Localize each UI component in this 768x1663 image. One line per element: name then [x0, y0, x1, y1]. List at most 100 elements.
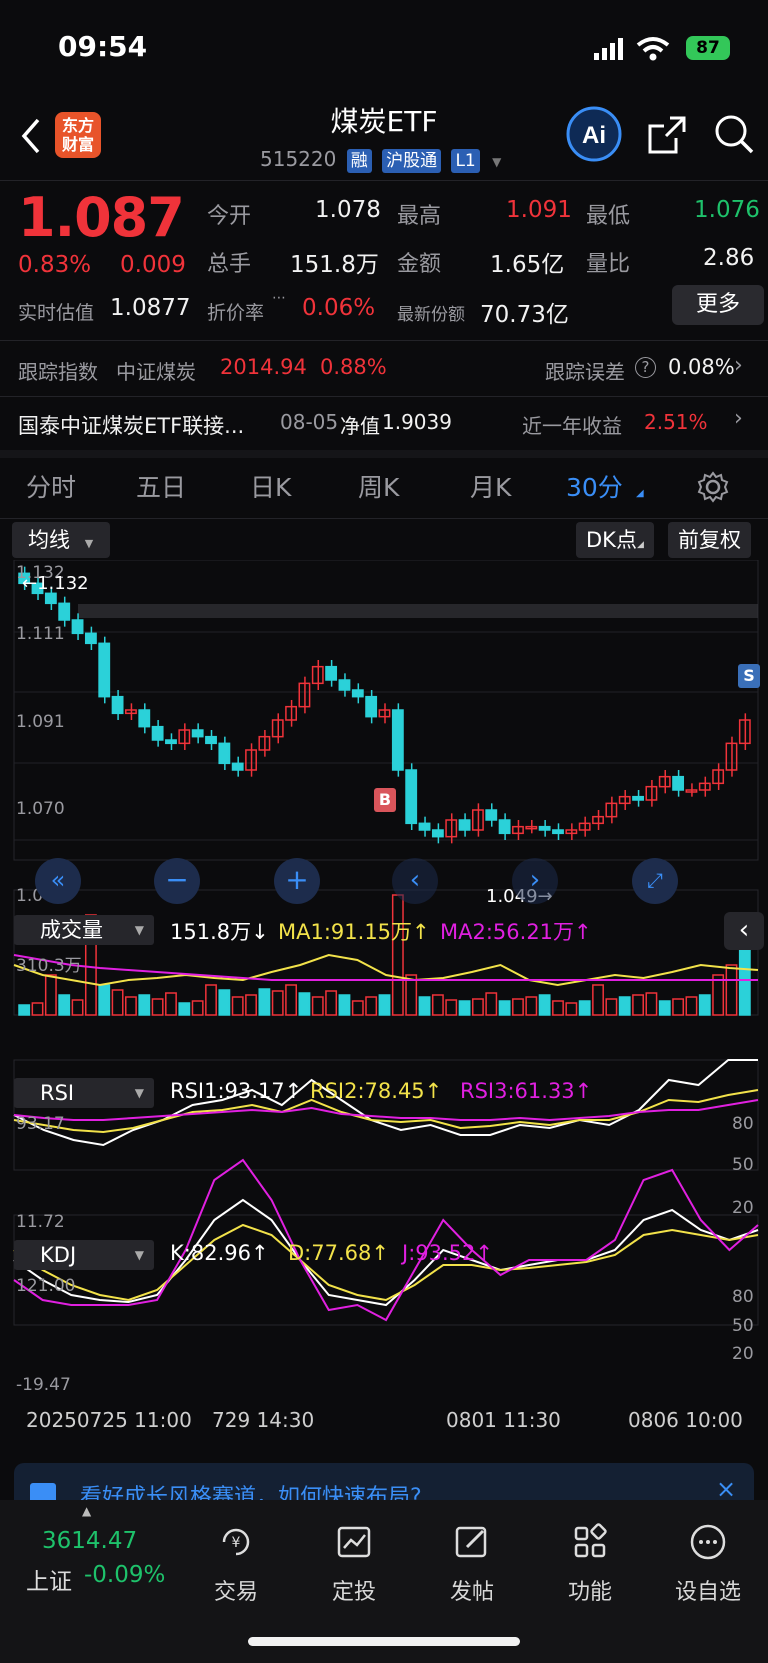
premium-value: 0.06% — [302, 295, 376, 321]
candle-body — [98, 642, 111, 698]
kdj-k: K:82.96↑ — [170, 1241, 269, 1265]
volume-ma2-value: MA2:56.21万 — [440, 920, 575, 944]
zoom-out-icon[interactable]: − — [154, 858, 200, 904]
post-button[interactable]: 发帖 — [422, 1522, 522, 1606]
change-amount: 0.009 — [120, 252, 186, 278]
linked-fund-row[interactable]: 国泰中证煤炭ETF联接... 08-05 净值 1.9039 近一年收益 2.5… — [0, 396, 768, 448]
kdj-indicator-selector[interactable]: KDJ ▼ — [14, 1240, 154, 1270]
dk-points-button[interactable]: DK点◢ — [576, 522, 654, 558]
candle-body — [111, 695, 124, 715]
sh-index-name[interactable]: 上证 — [26, 1562, 72, 1596]
tab-intraday[interactable]: 分时 — [26, 468, 76, 504]
tab-five-day[interactable]: 五日 — [136, 468, 186, 504]
tab-daily[interactable]: 日K — [250, 468, 291, 504]
tab-weekly[interactable]: 周K — [358, 468, 399, 504]
candle-body — [538, 825, 551, 831]
y-tick-4: 1.070 — [16, 799, 65, 819]
volume-bar — [471, 998, 484, 1016]
help-icon[interactable]: ? — [635, 357, 656, 378]
candle-body — [552, 829, 564, 835]
volume-bar — [552, 1000, 564, 1016]
next-icon[interactable]: › — [512, 858, 558, 904]
share-icon[interactable] — [646, 114, 688, 156]
gear-icon[interactable] — [696, 470, 730, 504]
rsi-indicator-label: RSI — [40, 1081, 75, 1105]
volume-bar — [512, 998, 524, 1016]
candle-body — [165, 739, 177, 745]
volume-bar — [725, 964, 738, 1016]
collapse-icon[interactable]: ‹ — [724, 912, 764, 950]
status-bar: 09:54 87 — [0, 0, 768, 92]
close-icon[interactable]: × — [716, 1475, 736, 1503]
volume-indicator-label: 成交量 — [40, 918, 103, 942]
low-value: 1.076 — [694, 197, 760, 223]
volume-ma2: MA2:56.21万↑ — [440, 916, 592, 946]
tab-30min[interactable]: 30分 — [566, 468, 623, 504]
linked-fund-nav-label: 净值 — [340, 414, 380, 438]
prev-icon[interactable]: ‹ — [392, 858, 438, 904]
open-label: 今开 — [207, 204, 252, 229]
linked-fund-name: 国泰中证煤炭ETF联接... — [18, 414, 245, 438]
volume-bar — [431, 994, 444, 1016]
x-label-1: 20250725 11:00 — [26, 1408, 192, 1432]
functions-button[interactable]: 功能 — [540, 1522, 640, 1606]
sh-index-value[interactable]: 3614.47 — [42, 1528, 137, 1554]
rsi2: RSI2:78.45↑ — [310, 1079, 442, 1103]
corner-triangle-icon: ◢ — [636, 488, 644, 499]
more-button[interactable]: 更多 — [672, 285, 764, 325]
kdj-d-value: D:77.68 — [288, 1241, 372, 1265]
ma-selector[interactable]: 均线 ▼ — [12, 522, 110, 558]
volume-bar — [618, 996, 631, 1016]
chevron-down-icon: ▼ — [134, 1248, 144, 1262]
connect-tag: 沪股通 — [382, 148, 442, 173]
volume-bar — [418, 996, 431, 1016]
kline-chart[interactable] — [0, 560, 768, 1460]
rsi-indicator-selector[interactable]: RSI ▼ — [14, 1078, 154, 1108]
volume-bar — [538, 994, 551, 1016]
rsi3-value: RSI3:61.33 — [460, 1079, 575, 1103]
ai-icon[interactable]: Ai — [565, 105, 623, 163]
volume-current-value: 151.8万 — [170, 920, 252, 944]
rsi-ymin: 11.72 — [16, 1212, 65, 1232]
rsi3: RSI3:61.33↑ — [460, 1079, 592, 1103]
volume-ratio-value: 2.86 — [703, 245, 755, 271]
adjust-button[interactable]: 前复权 — [668, 522, 751, 558]
tracking-row[interactable]: 跟踪指数 中证煤炭 2014.94 0.88% 跟踪误差 ? 0.08% › — [0, 340, 768, 396]
volume-indicator-selector[interactable]: 成交量 ▼ — [14, 915, 154, 945]
add-watchlist-label: 设自选 — [674, 1580, 741, 1605]
add-watchlist-button[interactable]: 设自选 — [658, 1522, 758, 1606]
chevron-down-icon[interactable]: ▼ — [492, 155, 501, 169]
kdj-j: J:93.52↑ — [402, 1241, 493, 1265]
chevron-right-icon: › — [734, 406, 743, 431]
volume-bar — [685, 996, 698, 1016]
invest-plan-button[interactable]: 定投 — [304, 1522, 404, 1606]
amount-value: 1.65亿 — [490, 252, 565, 278]
info-icon[interactable]: ⋯ — [272, 290, 286, 306]
home-indicator[interactable] — [248, 1637, 520, 1646]
zoom-in-icon[interactable]: + — [274, 858, 320, 904]
chevron-right-icon: › — [734, 353, 743, 378]
volume-ratio-label: 量比 — [586, 252, 631, 277]
scroll-left-icon[interactable]: « — [35, 858, 81, 904]
volume-bar — [351, 1000, 364, 1016]
sh-index-pct[interactable]: -0.09% — [84, 1562, 165, 1588]
low-label: 最低 — [586, 204, 631, 229]
search-icon[interactable] — [712, 112, 756, 156]
candle-body — [405, 769, 418, 825]
volume-bar — [605, 998, 618, 1016]
volume-bar — [311, 996, 324, 1016]
candle-body — [431, 829, 444, 838]
buy-marker[interactable]: B — [374, 788, 396, 812]
trade-button[interactable]: ¥ 交易 — [186, 1522, 286, 1606]
price-band — [78, 604, 758, 618]
fullscreen-icon[interactable]: ⤢ — [632, 858, 678, 904]
candle-body — [218, 742, 231, 765]
tab-monthly[interactable]: 月K — [470, 468, 511, 504]
sell-marker[interactable]: S — [738, 664, 760, 688]
estimate-value: 1.0877 — [110, 295, 191, 321]
premium-label: 折价率 — [207, 302, 265, 324]
level-tag: L1 — [451, 148, 480, 173]
post-label: 发帖 — [449, 1580, 494, 1605]
volume-bar — [525, 996, 538, 1016]
volume-bar — [111, 989, 124, 1016]
